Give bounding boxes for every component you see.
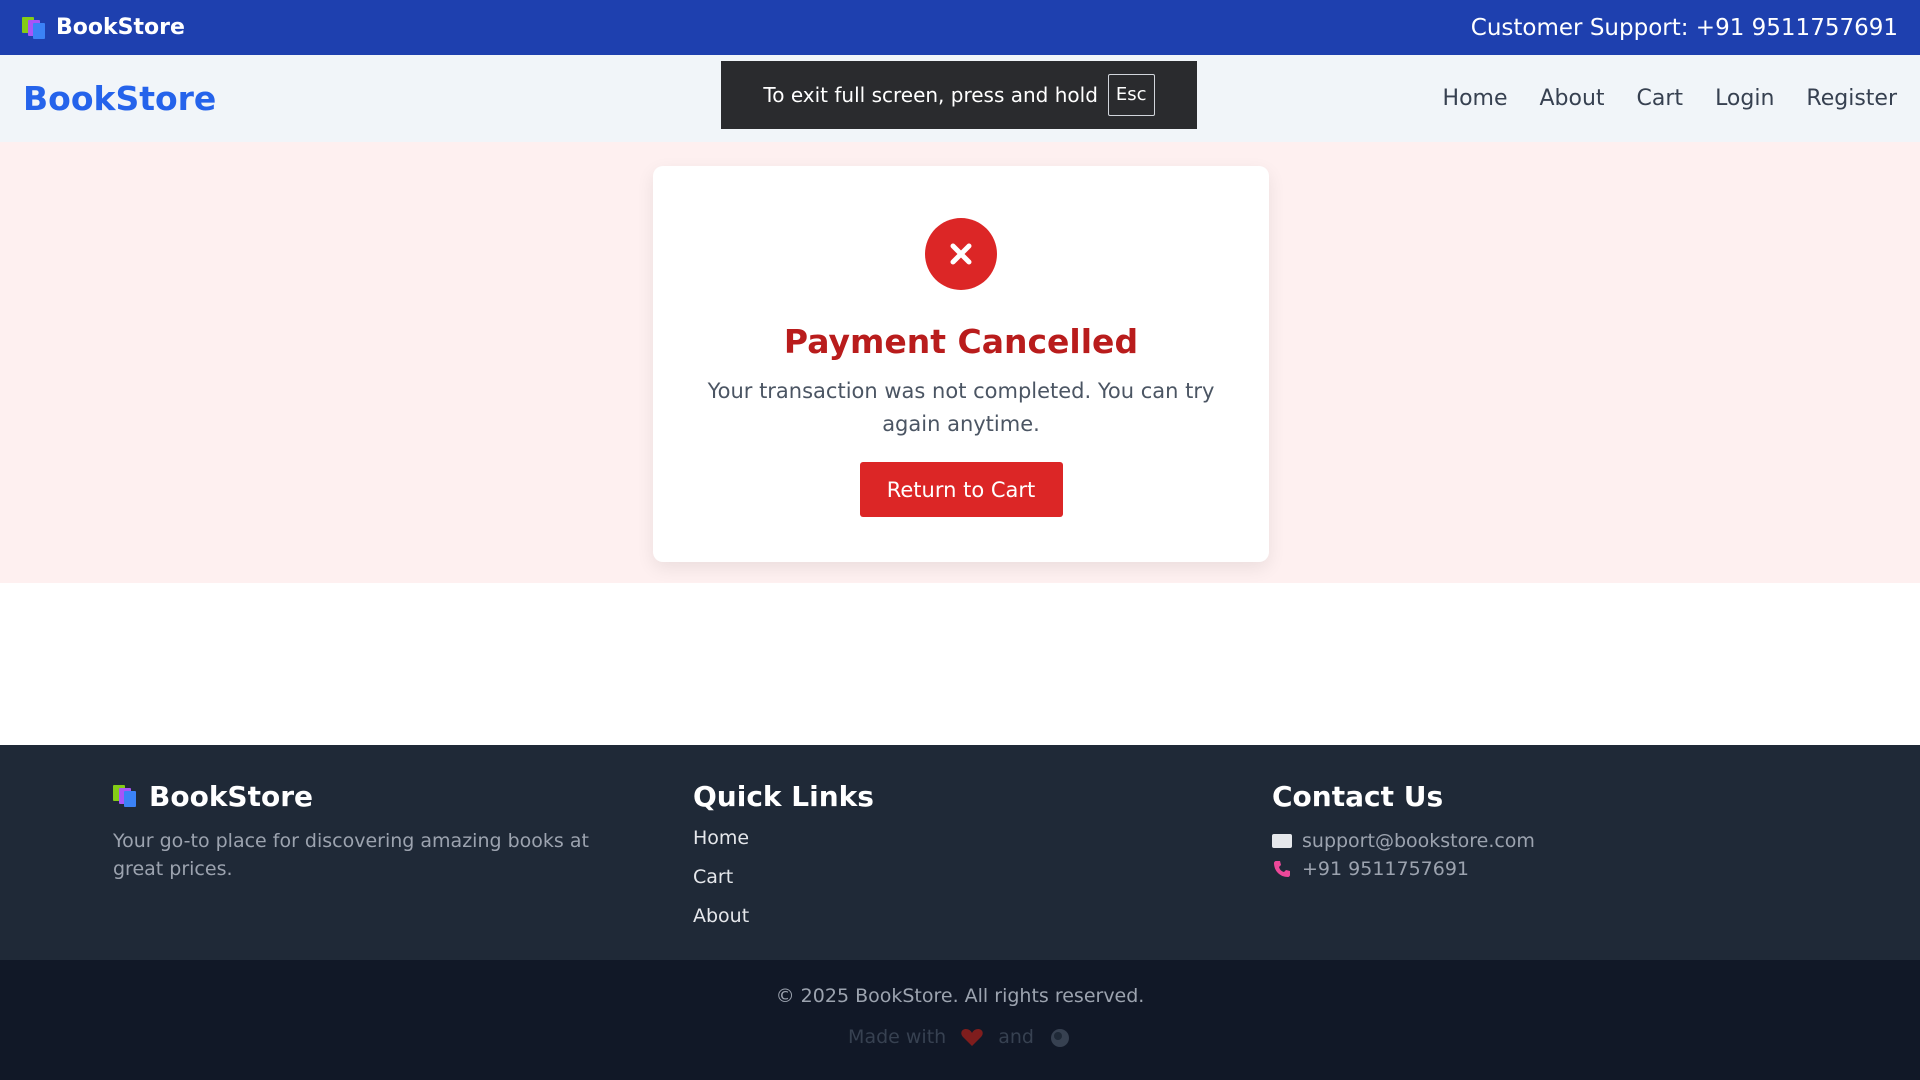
payment-status-section: Payment Cancelled Your transaction was n… — [0, 142, 1920, 583]
quick-links-title: Quick Links — [693, 779, 874, 813]
footer-brand: BookStore — [113, 775, 623, 817]
quick-links-list: Home Cart About — [693, 819, 1093, 936]
footer-link-cart[interactable]: Cart — [693, 858, 1093, 897]
contact-phone-row: +91 9511757691 — [1272, 855, 1772, 883]
nav-link-home[interactable]: Home — [1443, 86, 1508, 111]
contact-email-row: support@bookstore.com — [1272, 827, 1772, 855]
top-support-bar: BookStore Customer Support: +91 95117576… — [0, 0, 1920, 55]
copyright-text: © 2025 BookStore. All rights reserved. — [775, 985, 1145, 1007]
customer-support-text: Customer Support: +91 9511757691 — [1470, 14, 1898, 41]
nav-links: Home About Cart Login Register — [1443, 86, 1897, 111]
footer-about-column: BookStore Your go-to place for discoveri… — [113, 775, 623, 883]
nav-link-register[interactable]: Register — [1806, 86, 1897, 111]
nav-link-login[interactable]: Login — [1715, 86, 1774, 111]
books-icon — [113, 785, 137, 807]
return-to-cart-button[interactable]: Return to Cart — [859, 462, 1063, 517]
fullscreen-exit-notice: To exit full screen, press and hold Esc — [721, 61, 1197, 129]
payment-status-message: Your transaction was not completed. You … — [707, 379, 1215, 436]
payment-cancelled-card: Payment Cancelled Your transaction was n… — [653, 166, 1269, 562]
footer-link-home[interactable]: Home — [693, 819, 1093, 858]
topbar-brand[interactable]: BookStore — [22, 15, 185, 40]
fullscreen-notice-text: To exit full screen, press and hold — [763, 83, 1098, 107]
nav-link-about[interactable]: About — [1540, 86, 1605, 111]
nav-link-cart[interactable]: Cart — [1637, 86, 1684, 111]
contact-email[interactable]: support@bookstore.com — [1302, 827, 1535, 855]
envelope-icon — [1272, 834, 1292, 848]
contact-list: support@bookstore.com +91 9511757691 — [1272, 827, 1772, 883]
made-with-label: Made with — [848, 1026, 947, 1048]
coffee-icon — [1048, 1025, 1072, 1049]
contact-us-title: Contact Us — [1272, 779, 1444, 813]
topbar-brand-label: BookStore — [56, 15, 185, 40]
footer-brand-label: BookStore — [149, 779, 314, 813]
made-with-line: Made with and — [0, 1025, 1920, 1049]
payment-status-title: Payment Cancelled — [783, 322, 1139, 361]
footer-contact-column: Contact Us support@bookstore.com +91 951… — [1272, 775, 1772, 883]
x-circle-icon — [925, 218, 997, 290]
and-label: and — [998, 1026, 1034, 1048]
contact-phone[interactable]: +91 9511757691 — [1302, 855, 1469, 883]
footer-quick-links-column: Quick Links Home Cart About — [693, 775, 1093, 936]
footer-link-about[interactable]: About — [693, 897, 1093, 936]
footer-tagline: Your go-to place for discovering amazing… — [113, 830, 589, 880]
navbar-brand[interactable]: BookStore — [23, 79, 216, 118]
phone-icon — [1272, 859, 1292, 879]
site-footer: BookStore Your go-to place for discoveri… — [0, 745, 1920, 960]
books-icon — [22, 16, 46, 39]
footer-bottom-bar: © 2025 BookStore. All rights reserved. M… — [0, 960, 1920, 1080]
heart-icon — [960, 1025, 984, 1049]
esc-key-badge: Esc — [1107, 74, 1155, 116]
